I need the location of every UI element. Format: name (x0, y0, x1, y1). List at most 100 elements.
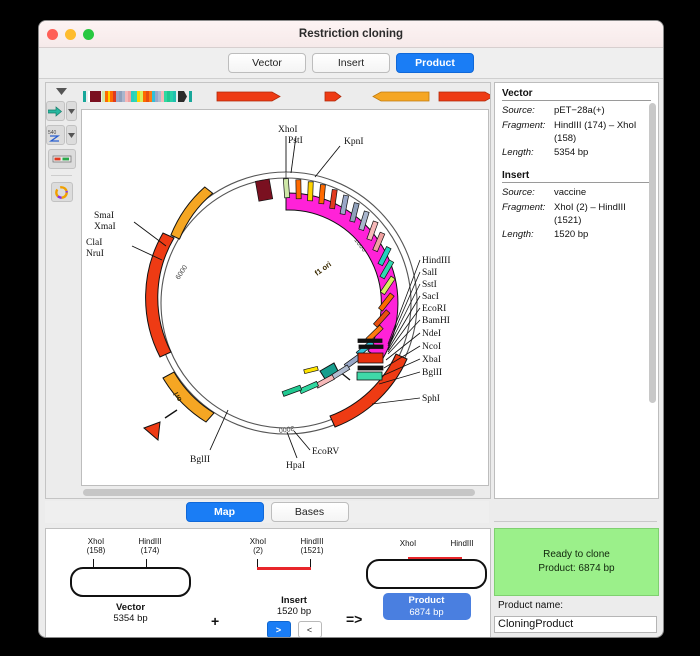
svg-text:XmaI: XmaI (94, 222, 116, 232)
vector-length-key: Length: (502, 147, 534, 158)
insert-title: Insert (281, 595, 307, 606)
insert-right-site-label: HindIII (1521) (300, 537, 324, 555)
vector-length: 5354 bp (113, 613, 148, 624)
info-panel: Vector Source: pET−28a(+) Fragment: Hind… (494, 82, 659, 499)
svg-text:EcoRI: EcoRI (422, 304, 446, 314)
product-left-site-label: XhoI (399, 539, 417, 548)
vector-fragment-row: Fragment: HindIII (174) – XhoI (158) (502, 119, 651, 145)
svg-text:PstI: PstI (288, 136, 303, 146)
right-divider (494, 521, 657, 522)
svg-text:XhoI: XhoI (278, 125, 298, 135)
map-horizontal-scrollbar[interactable] (81, 488, 489, 497)
map-pane: 540 1000 3000 6000 f1 ori KanR ori lacI … (45, 82, 491, 499)
info-panel-scrollbar[interactable] (649, 103, 657, 403)
svg-text:SphI: SphI (422, 394, 440, 404)
insert-heading: Insert (502, 170, 651, 183)
svg-text:SalI: SalI (422, 268, 437, 278)
view-map-button[interactable]: Map (185, 502, 264, 522)
circular-map-icon[interactable] (50, 182, 73, 202)
product-button[interactable]: Product 6874 bp (382, 593, 471, 620)
product-name-group: Product name: (494, 598, 657, 633)
restriction-cloning-window: Restriction cloning Vector Insert Produc… (38, 20, 664, 638)
window-title: Restriction cloning (298, 28, 404, 40)
arrow-operator: => (346, 611, 363, 627)
schematic-vector: XhoI (158) HindIII (174) Vector 5354 bp (68, 537, 193, 624)
position-540-tool-button[interactable]: 540 (46, 125, 65, 145)
svg-text:BglII: BglII (190, 455, 210, 465)
vector-fragment-value: HindIII (174) – XhoI (158) (554, 119, 637, 144)
title-bar: Restriction cloning (39, 21, 663, 48)
svg-text:ClaI: ClaI (86, 238, 102, 248)
svg-text:NruI: NruI (86, 249, 104, 259)
plasmid-map[interactable]: 1000 2000 3000 4000 6000 f1 ori KanR (81, 109, 489, 486)
map-tools-sidebar: 540 (46, 83, 78, 498)
schematic-insert: XhoI (2) HindIII (1521) Insert 1520 bp > < (234, 537, 354, 637)
vector-plasmid-shape[interactable] (70, 567, 191, 597)
svg-text:SstI: SstI (422, 280, 437, 290)
schematic-product: XhoI HindIII Product 6874 bp (364, 537, 489, 620)
vector-length-row: Length: 5354 bp (502, 146, 651, 159)
linear-overview-strip[interactable] (77, 85, 490, 107)
tab-insert[interactable]: Insert (312, 53, 390, 73)
svg-text:EcoRV: EcoRV (312, 447, 339, 457)
tab-vector[interactable]: Vector (228, 53, 306, 73)
product-name-label: Product name: (498, 600, 564, 611)
svg-text:NcoI: NcoI (422, 342, 441, 352)
chevron-down-icon[interactable] (49, 86, 75, 97)
product-title: Product (408, 594, 445, 606)
info-panel-scroll-thumb[interactable] (649, 103, 656, 403)
svg-text:HindIII: HindIII (422, 256, 451, 266)
insert-source-row: Source: vaccine (502, 186, 651, 199)
svg-text:KpnI: KpnI (344, 137, 364, 147)
mode-tab-bar: Vector Insert Product (39, 48, 663, 79)
insert-reverse-button[interactable]: < (297, 621, 322, 637)
insert-fragment-bar (257, 567, 311, 570)
map-canvas-area: 1000 2000 3000 4000 6000 f1 ori KanR (77, 83, 490, 498)
vector-fragment-key: Fragment: (502, 119, 546, 131)
svg-text:540: 540 (48, 130, 57, 136)
position-tool-dropdown-icon[interactable] (66, 125, 77, 145)
window-body: 540 1000 3000 6000 f1 ori KanR ori lacI … (39, 78, 663, 637)
arrow-right-tool-button[interactable] (46, 101, 65, 121)
plasmid-map-svg: 1000 2000 3000 4000 6000 f1 ori KanR (82, 110, 488, 485)
arrow-tool-dropdown-icon[interactable] (65, 101, 77, 121)
svg-text:BamHI: BamHI (422, 316, 450, 326)
window-controls (47, 29, 94, 40)
status-line-2: Product: 6874 bp (538, 563, 615, 574)
svg-text:BglII: BglII (422, 368, 442, 378)
close-button[interactable] (47, 29, 58, 40)
plus-operator: + (211, 613, 220, 629)
vector-source-value: pET−28a(+) (554, 105, 605, 116)
svg-text:NdeI: NdeI (422, 329, 441, 339)
insert-fragment-key: Fragment: (502, 201, 546, 213)
insert-source-value: vaccine (554, 187, 587, 198)
vector-source-row: Source: pET−28a(+) (502, 104, 651, 117)
minimize-button[interactable] (65, 29, 76, 40)
svg-text:HpaI: HpaI (286, 461, 305, 471)
vector-heading: Vector (502, 88, 651, 101)
vector-source-key: Source: (502, 105, 535, 116)
view-bases-button[interactable]: Bases (270, 502, 349, 522)
svg-text:XbaI: XbaI (422, 355, 441, 365)
svg-text:SmaI: SmaI (94, 211, 114, 221)
vector-length-value: 5354 bp (554, 147, 589, 158)
status-line-1: Ready to clone (543, 549, 610, 560)
map-hscroll-thumb[interactable] (83, 489, 475, 496)
insert-forward-button[interactable]: > (266, 621, 291, 637)
insert-fragment-value: XhoI (2) – HindIII (1521) (554, 201, 626, 226)
insert-length-key: Length: (502, 229, 534, 240)
product-right-site-label: HindIII (450, 539, 474, 548)
vector-left-site-label: XhoI (158) (86, 537, 106, 555)
insert-length: 1520 bp (276, 606, 312, 617)
insert-fragment-row: Fragment: XhoI (2) – HindIII (1521) (502, 201, 651, 227)
maximize-button[interactable] (83, 29, 94, 40)
linear-map-icon[interactable] (47, 149, 76, 169)
product-plasmid-shape[interactable] (366, 559, 487, 589)
insert-source-key: Source: (502, 187, 535, 198)
product-name-input[interactable] (494, 615, 657, 633)
tab-product[interactable]: Product (396, 53, 474, 73)
vector-title: Vector (115, 602, 146, 613)
status-badge: Ready to clone Product: 6874 bp (494, 528, 659, 596)
product-length: 6874 bp (409, 606, 444, 618)
insert-length-row: Length: 1520 bp (502, 228, 651, 241)
